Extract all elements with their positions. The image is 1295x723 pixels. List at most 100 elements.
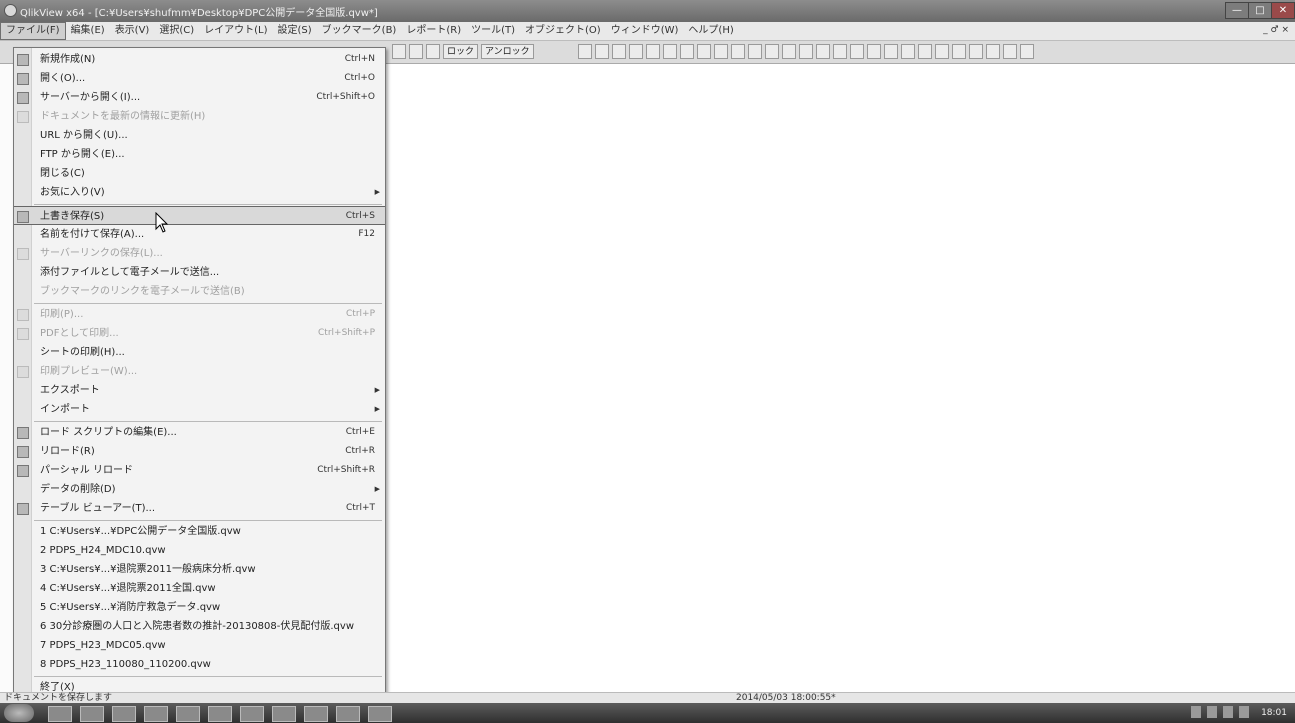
toolbar-button[interactable] <box>816 44 830 59</box>
toolbar-button[interactable] <box>612 44 626 59</box>
taskbar-app-ie[interactable] <box>48 706 72 722</box>
menu-selection[interactable]: 選択(C) <box>154 22 199 40</box>
taskbar-app-explorer[interactable] <box>80 706 104 722</box>
recent-file-6[interactable]: 6 30分診療圏の人口と入院患者数の推計-20130808-伏見配付版.qvw <box>14 617 385 636</box>
menu-item-label: ドキュメントを最新の情報に更新(H) <box>40 111 206 122</box>
menu-item-open-url[interactable]: URL から開く(U)... <box>14 126 385 145</box>
recent-file-7[interactable]: 7 PDPS_H23_MDC05.qvw <box>14 636 385 655</box>
toolbar-button[interactable] <box>901 44 915 59</box>
menu-item-reload[interactable]: リロード(R) Ctrl+R <box>14 442 385 461</box>
taskbar-app[interactable] <box>304 706 328 722</box>
toolbar-button[interactable] <box>409 44 423 59</box>
toolbar-button[interactable] <box>782 44 796 59</box>
toolbar-button[interactable] <box>952 44 966 59</box>
recent-file-4[interactable]: 4 C:¥Users¥...¥退院票2011全国.qvw <box>14 579 385 598</box>
menu-reports[interactable]: レポート(R) <box>401 22 466 40</box>
menu-file[interactable]: ファイル(F) <box>0 22 66 40</box>
menu-item-open-from-server[interactable]: サーバーから開く(I)... Ctrl+Shift+O <box>14 88 385 107</box>
toolbar-button[interactable] <box>629 44 643 59</box>
menu-item-label: データの削除(D) <box>40 484 116 495</box>
toolbar-button[interactable] <box>714 44 728 59</box>
toolbar-button[interactable] <box>799 44 813 59</box>
menu-item-table-viewer[interactable]: テーブル ビューアー(T)... Ctrl+T <box>14 499 385 518</box>
toolbar-button[interactable] <box>850 44 864 59</box>
toolbar-button[interactable] <box>918 44 932 59</box>
start-button[interactable] <box>4 704 34 722</box>
toolbar-button[interactable] <box>935 44 949 59</box>
recent-file-1[interactable]: 1 C:¥Users¥...¥DPC公開データ全国版.qvw <box>14 522 385 541</box>
menu-item-save-as[interactable]: 名前を付けて保存(A)... F12 <box>14 225 385 244</box>
toolbar-button[interactable] <box>663 44 677 59</box>
toolbar-button[interactable] <box>969 44 983 59</box>
menu-tools[interactable]: ツール(T) <box>466 22 520 40</box>
taskbar-app[interactable] <box>176 706 200 722</box>
toolbar-button[interactable] <box>748 44 762 59</box>
toolbar-button[interactable] <box>392 44 406 59</box>
toolbar-button[interactable] <box>595 44 609 59</box>
toolbar-button[interactable] <box>1003 44 1017 59</box>
recent-file-8[interactable]: 8 PDPS_H23_110080_110200.qvw <box>14 655 385 674</box>
menu-item-label: 添付ファイルとして電子メールで送信... <box>40 267 220 278</box>
menu-help[interactable]: ヘルプ(H) <box>683 22 738 40</box>
tray-icon[interactable] <box>1207 706 1218 718</box>
menu-item-reduce-data[interactable]: データの削除(D) ▶ <box>14 480 385 499</box>
mdi-window-controls[interactable]: _ ♂ × <box>1263 25 1289 35</box>
menu-object[interactable]: オブジェクト(O) <box>520 22 606 40</box>
taskbar-app[interactable] <box>272 706 296 722</box>
menu-item-open[interactable]: 開く(O)... Ctrl+O <box>14 69 385 88</box>
toolbar-button[interactable] <box>646 44 660 59</box>
taskbar-app[interactable] <box>240 706 264 722</box>
toolbar-button[interactable] <box>578 44 592 59</box>
network-icon[interactable] <box>1223 706 1234 718</box>
toolbar-button[interactable] <box>867 44 881 59</box>
menu-item-new[interactable]: 新規作成(N) Ctrl+N <box>14 50 385 69</box>
menu-item-close[interactable]: 閉じる(C) <box>14 164 385 183</box>
toolbar-button[interactable] <box>1020 44 1034 59</box>
toolbar-button[interactable] <box>680 44 694 59</box>
menu-item-send-as-attachment[interactable]: 添付ファイルとして電子メールで送信... <box>14 263 385 282</box>
unlock-button[interactable]: アンロック <box>481 44 534 59</box>
menu-item-open-ftp[interactable]: FTP から開く(E)... <box>14 145 385 164</box>
recent-file-5[interactable]: 5 C:¥Users¥...¥消防庁救急データ.qvw <box>14 598 385 617</box>
qlikview-app-icon[interactable] <box>4 4 17 17</box>
recent-file-3[interactable]: 3 C:¥Users¥...¥退院票2011一般病床分析.qvw <box>14 560 385 579</box>
menu-item-label: 5 C:¥Users¥...¥消防庁救急データ.qvw <box>40 602 221 613</box>
close-button[interactable]: ✕ <box>1271 2 1295 19</box>
menu-item-label: 2 PDPS_H24_MDC10.qvw <box>40 545 166 556</box>
menu-item-print-sheet[interactable]: シートの印刷(H)... <box>14 343 385 362</box>
taskbar-clock[interactable]: 18:01 <box>1261 706 1287 720</box>
toolbar-button[interactable] <box>884 44 898 59</box>
volume-icon[interactable] <box>1239 706 1250 718</box>
menu-item-save[interactable]: 上書き保存(S) Ctrl+S <box>14 206 385 225</box>
menu-edit[interactable]: 編集(E) <box>66 22 110 40</box>
menu-item-edit-script[interactable]: ロード スクリプトの編集(E)... Ctrl+E <box>14 423 385 442</box>
tray-icon[interactable] <box>1191 706 1202 718</box>
lock-button[interactable]: ロック <box>443 44 479 59</box>
maximize-button[interactable]: □ <box>1248 2 1272 19</box>
recent-file-2[interactable]: 2 PDPS_H24_MDC10.qvw <box>14 541 385 560</box>
toolbar-button[interactable] <box>765 44 779 59</box>
taskbar-app[interactable] <box>144 706 168 722</box>
toolbar-button[interactable] <box>697 44 711 59</box>
menu-settings[interactable]: 設定(S) <box>273 22 317 40</box>
sheet-canvas[interactable] <box>385 64 1295 692</box>
taskbar-app[interactable] <box>112 706 136 722</box>
taskbar-app[interactable] <box>336 706 360 722</box>
taskbar-app[interactable] <box>208 706 232 722</box>
toolbar-button[interactable] <box>833 44 847 59</box>
menu-item-refresh-document: ドキュメントを最新の情報に更新(H) <box>14 107 385 126</box>
menu-item-send-bookmark-link: ブックマークのリンクを電子メールで送信(B) <box>14 282 385 301</box>
taskbar-app-qlikview[interactable] <box>368 706 392 722</box>
menu-item-import[interactable]: インポート ▶ <box>14 400 385 419</box>
menu-item-favorites[interactable]: お気に入り(V) ▶ <box>14 183 385 202</box>
toolbar-button[interactable] <box>426 44 440 59</box>
menu-bookmarks[interactable]: ブックマーク(B) <box>317 22 402 40</box>
menu-window[interactable]: ウィンドウ(W) <box>606 22 684 40</box>
toolbar-button[interactable] <box>986 44 1000 59</box>
minimize-button[interactable]: — <box>1225 2 1249 19</box>
menu-layout[interactable]: レイアウト(L) <box>199 22 272 40</box>
toolbar-button[interactable] <box>731 44 745 59</box>
menu-view[interactable]: 表示(V) <box>110 22 155 40</box>
menu-item-partial-reload[interactable]: パーシャル リロード Ctrl+Shift+R <box>14 461 385 480</box>
menu-item-export[interactable]: エクスポート ▶ <box>14 381 385 400</box>
